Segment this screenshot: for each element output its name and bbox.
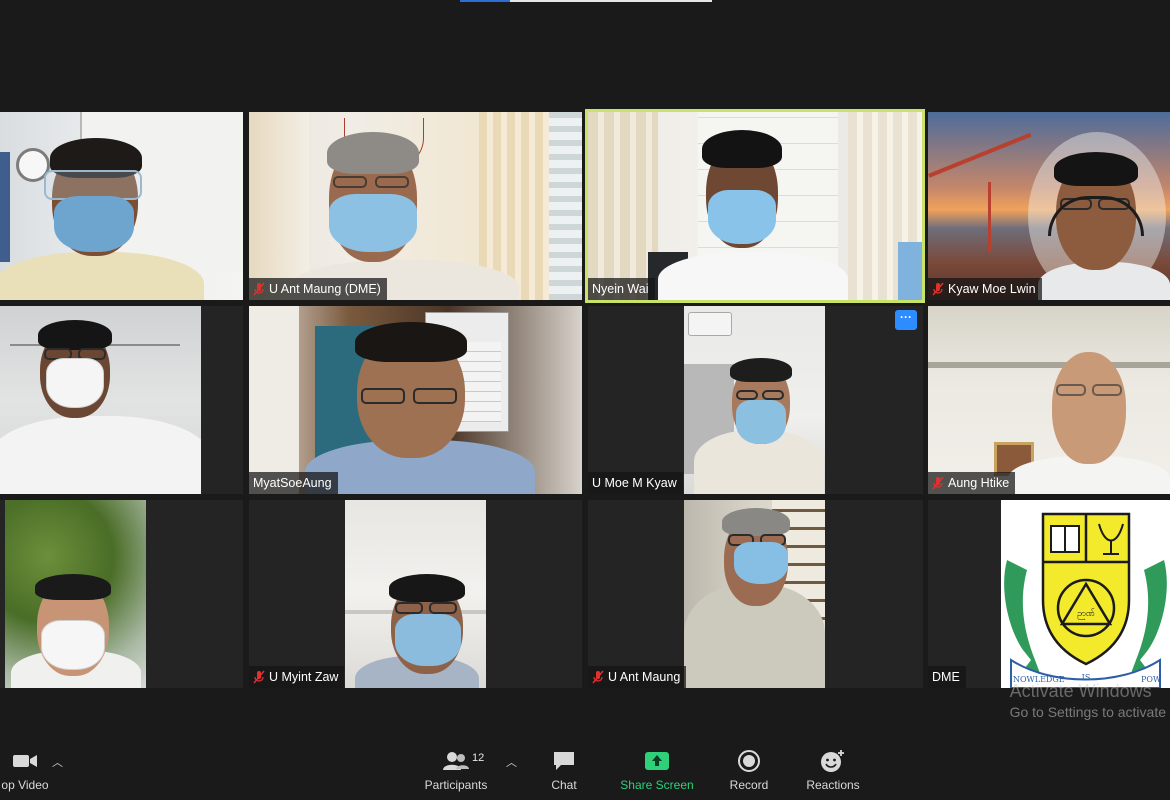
video-tile[interactable] [0, 306, 243, 494]
participant-name-tag: U Ant Maung [588, 666, 687, 688]
video-options-chevron-up-icon[interactable]: ︿ [52, 754, 63, 770]
record-label: Record [729, 778, 769, 792]
video-tile-active-speaker[interactable]: Nyein Wai [585, 109, 925, 303]
video-tile[interactable]: Kyaw Moe Lwin [928, 112, 1170, 300]
more-options-label: ··· [900, 310, 912, 324]
reactions-icon [821, 750, 844, 772]
video-tile[interactable]: U Ant Maung [588, 500, 923, 688]
participant-name: MyatSoeAung [253, 476, 332, 490]
video-tile[interactable]: U Myint Zaw [249, 500, 582, 688]
participant-name: U Ant Maung (DME) [269, 282, 381, 296]
zoom-meeting-window: U Ant Maung (DME) Nyein Wai Kyaw Moe Lwi… [0, 0, 1170, 800]
participant-name-tag: U Myint Zaw [249, 666, 345, 688]
participant-video [0, 306, 201, 494]
more-options-button[interactable]: ··· [895, 310, 917, 330]
participant-video [0, 112, 243, 300]
participant-name: DME [932, 670, 960, 684]
dme-logo: ဉာဏ် NOWLEDGE IS POW [1004, 512, 1167, 688]
participant-name-tag: U Moe M Kyaw [588, 472, 683, 494]
participant-name-tag: Kyaw Moe Lwin [928, 278, 1042, 300]
participants-count: 12 [472, 752, 485, 764]
participant-name: U Moe M Kyaw [592, 476, 677, 490]
chat-label: Chat [551, 778, 577, 792]
participants-label: Participants [424, 778, 488, 792]
participant-video [249, 306, 582, 494]
reactions-button[interactable]: Reactions [800, 748, 866, 792]
video-tile[interactable]: ··· U Moe M Kyaw [588, 306, 923, 494]
watermark-title: Activate Windows [1009, 681, 1152, 701]
stop-video-label: op Video [1, 778, 49, 792]
mic-muted-icon [253, 282, 265, 296]
svg-text:ဉာဏ်: ဉာဏ် [1077, 608, 1095, 620]
chat-icon [554, 752, 574, 770]
watermark-subtitle: Go to Settings to activate [1009, 704, 1166, 720]
video-tile[interactable]: Aung Htike [928, 306, 1170, 494]
participant-video: ဉာဏ် NOWLEDGE IS POW [1001, 500, 1170, 688]
participant-video [928, 306, 1170, 494]
participant-video [684, 500, 825, 688]
mic-muted-icon [932, 282, 944, 296]
chat-button[interactable]: Chat [540, 748, 588, 792]
video-tile[interactable]: MyatSoeAung [249, 306, 582, 494]
video-tile[interactable] [0, 500, 243, 688]
participant-name: Nyein Wai [592, 282, 649, 296]
participant-name-tag: DME [928, 666, 966, 688]
video-camera-icon [13, 755, 37, 767]
participants-icon [443, 752, 469, 770]
participant-name: Kyaw Moe Lwin [948, 282, 1036, 296]
share-screen-label: Share Screen [620, 778, 694, 792]
meeting-toolbar: op Video ︿ Participants 12 ︿ Chat Share … [0, 740, 1170, 800]
participant-video [249, 112, 582, 300]
participant-name: U Myint Zaw [269, 670, 339, 684]
participant-name-tag: MyatSoeAung [249, 472, 338, 494]
share-screen-icon [645, 752, 669, 770]
participant-video [5, 500, 146, 688]
stop-video-button[interactable]: op Video [0, 748, 50, 792]
participant-name-tag: U Ant Maung (DME) [249, 278, 387, 300]
record-button[interactable]: Record [724, 748, 774, 792]
participant-name: Aung Htike [948, 476, 1010, 490]
air-conditioner [688, 312, 732, 336]
top-indicator [460, 0, 712, 2]
video-tile[interactable]: U Ant Maung (DME) [249, 112, 582, 300]
share-screen-button[interactable]: Share Screen [614, 748, 700, 792]
participant-video [345, 500, 486, 688]
windows-activation-watermark: Activate Windows Go to Settings to activ… [1010, 680, 1166, 722]
participant-name-tag: Aung Htike [928, 472, 1016, 494]
participants-chevron-up-icon[interactable]: ︿ [506, 754, 517, 770]
video-tile[interactable] [0, 112, 243, 300]
reactions-label: Reactions [806, 778, 860, 792]
mic-muted-icon [253, 670, 265, 684]
mic-muted-icon [932, 476, 944, 490]
participant-video [588, 112, 922, 300]
participant-name-tag: Nyein Wai [588, 278, 655, 300]
record-icon [738, 750, 760, 772]
participant-video [684, 306, 825, 494]
participant-name: U Ant Maung [608, 670, 681, 684]
mic-muted-icon [592, 670, 604, 684]
participant-video [928, 112, 1170, 300]
video-tile[interactable]: ဉာဏ် NOWLEDGE IS POW DME [928, 500, 1170, 688]
